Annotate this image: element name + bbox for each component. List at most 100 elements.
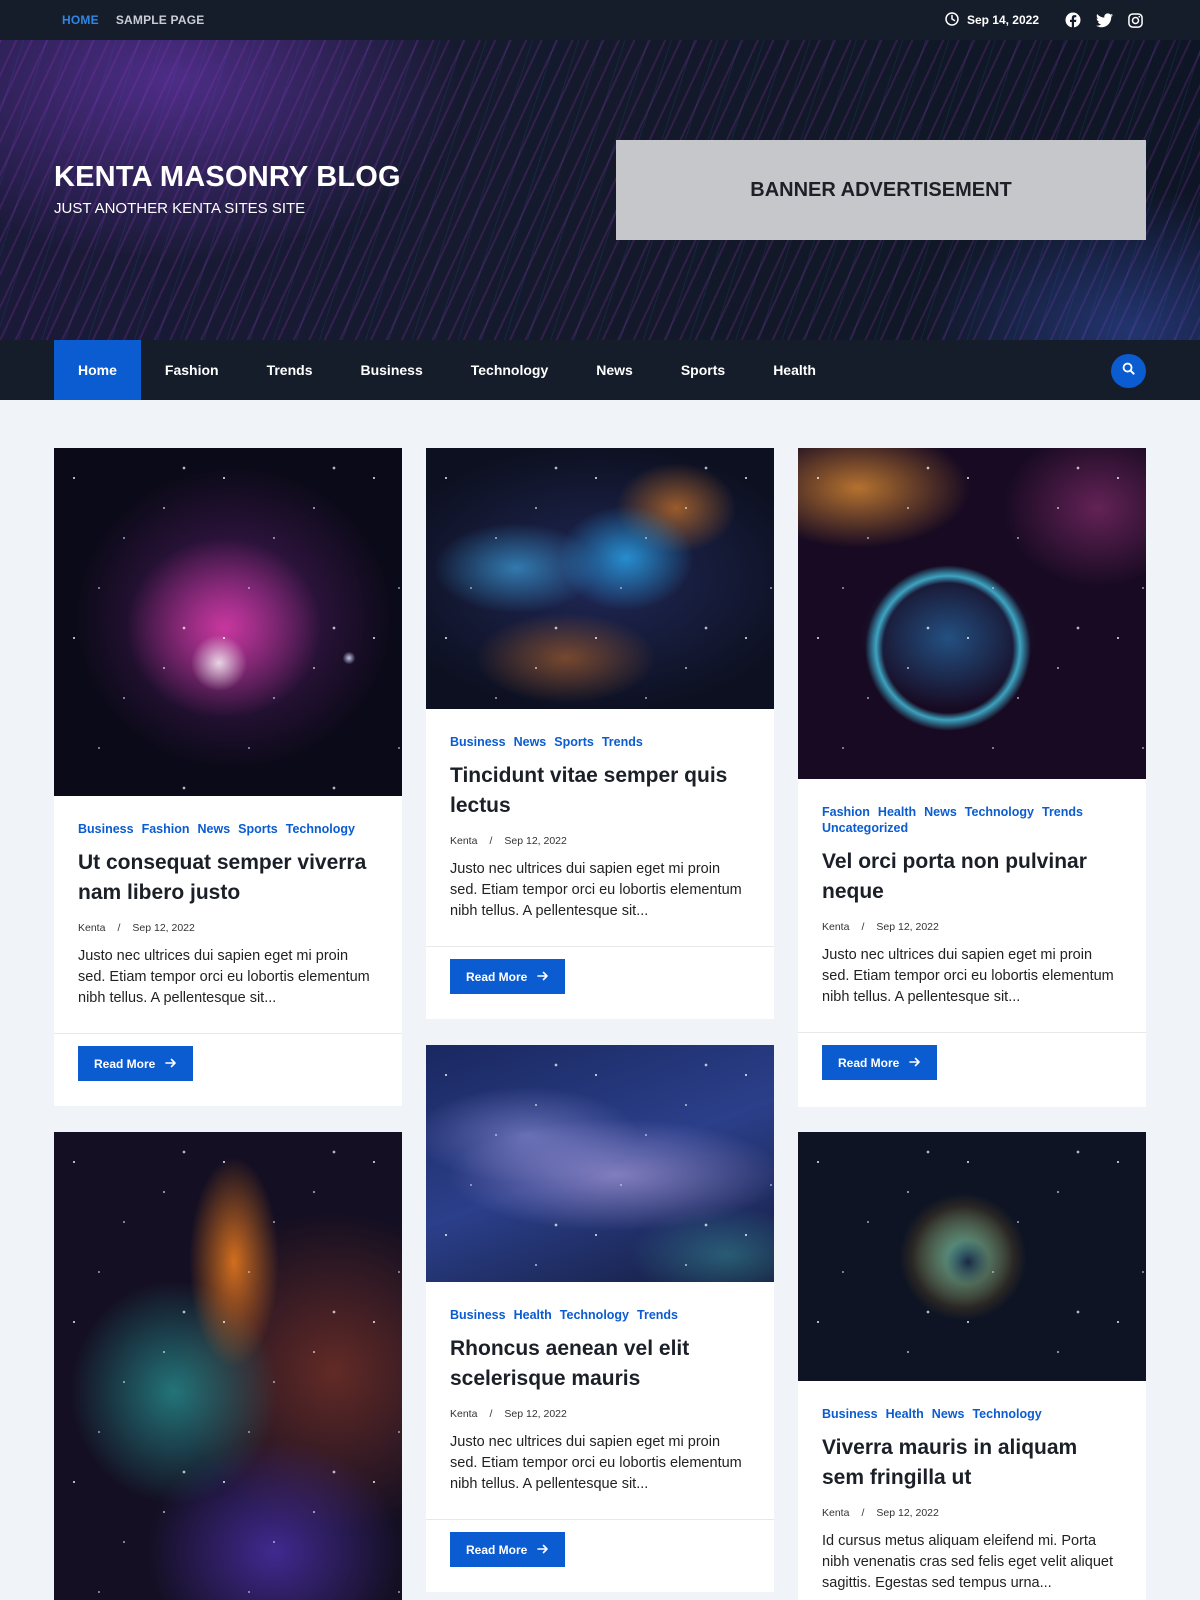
category-link[interactable]: Trends xyxy=(602,735,643,749)
post-excerpt: Justo nec ultrices dui sapien eget mi pr… xyxy=(78,948,370,1006)
nav-item-health[interactable]: Health xyxy=(749,340,840,400)
category-link[interactable]: Sports xyxy=(238,822,278,836)
read-more-button[interactable]: Read More xyxy=(450,959,566,994)
post-card xyxy=(54,1132,402,1600)
card-divider xyxy=(54,1033,402,1034)
category-link[interactable]: News xyxy=(932,1407,965,1421)
post-author[interactable]: Kenta xyxy=(822,1507,849,1519)
post-card: Business Health News Technology Viverra … xyxy=(798,1132,1146,1600)
post-image[interactable] xyxy=(54,1132,402,1600)
post-author[interactable]: Kenta xyxy=(450,835,477,847)
nav-item-trends[interactable]: Trends xyxy=(243,340,337,400)
category-link[interactable]: Trends xyxy=(1042,805,1083,819)
read-more-button[interactable]: Read More xyxy=(822,1045,938,1080)
twitter-icon[interactable] xyxy=(1093,9,1115,31)
card-divider xyxy=(798,1032,1146,1033)
site-title[interactable]: KENTA MASONRY BLOG xyxy=(54,161,401,194)
arrow-right-icon xyxy=(165,1057,177,1071)
category-link[interactable]: Business xyxy=(450,735,506,749)
nav-item-sports[interactable]: Sports xyxy=(657,340,749,400)
post-date: Sep 12, 2022 xyxy=(132,922,195,934)
post-image[interactable] xyxy=(798,448,1146,779)
category-link[interactable]: Business xyxy=(450,1308,506,1322)
main-navigation: Home Fashion Trends Business Technology … xyxy=(0,340,1200,400)
read-more-label: Read More xyxy=(466,969,528,984)
category-link[interactable]: Health xyxy=(878,805,916,819)
post-title[interactable]: Ut consequat semper viverra nam libero j… xyxy=(78,848,378,908)
post-image[interactable] xyxy=(54,448,402,796)
top-bar-right: Sep 14, 2022 xyxy=(945,0,1146,40)
post-image[interactable] xyxy=(426,1045,774,1282)
post-card: Fashion Health News Technology Trends Un… xyxy=(798,448,1146,1107)
top-nav-sample-page[interactable]: SAMPLE PAGE xyxy=(116,13,205,27)
post-image[interactable] xyxy=(798,1132,1146,1381)
search-icon xyxy=(1122,362,1135,380)
post-date: Sep 12, 2022 xyxy=(876,1507,939,1519)
category-link[interactable]: Technology xyxy=(965,805,1034,819)
category-link[interactable]: Fashion xyxy=(822,805,870,819)
meta-separator: / xyxy=(489,1408,493,1420)
category-link[interactable]: Business xyxy=(822,1407,878,1421)
clock-icon xyxy=(945,11,959,29)
current-date-text: Sep 14, 2022 xyxy=(966,13,1039,27)
post-excerpt: Justo nec ultrices dui sapien eget mi pr… xyxy=(450,1434,742,1492)
post-author[interactable]: Kenta xyxy=(822,921,849,933)
site-header: KENTA MASONRY BLOG JUST ANOTHER KENTA SI… xyxy=(0,40,1200,340)
read-more-button[interactable]: Read More xyxy=(450,1532,566,1567)
top-nav-home[interactable]: HOME xyxy=(62,13,99,27)
post-title[interactable]: Vel orci porta non pulvinar neque xyxy=(822,847,1122,907)
banner-advertisement[interactable]: BANNER ADVERTISEMENT xyxy=(616,140,1146,240)
read-more-label: Read More xyxy=(838,1055,900,1070)
nav-item-home[interactable]: Home xyxy=(54,340,141,400)
category-link[interactable]: Health xyxy=(886,1407,924,1421)
category-link[interactable]: News xyxy=(198,822,231,836)
category-link[interactable]: Uncategorized xyxy=(822,821,908,835)
read-more-button[interactable]: Read More xyxy=(78,1046,194,1081)
post-card: Business News Sports Trends Tincidunt vi… xyxy=(426,448,774,1019)
post-author[interactable]: Kenta xyxy=(450,1408,477,1420)
top-nav: HOME SAMPLE PAGE xyxy=(62,0,204,40)
category-link[interactable]: Fashion xyxy=(142,822,190,836)
category-link[interactable]: Trends xyxy=(637,1308,678,1322)
post-author[interactable]: Kenta xyxy=(78,922,105,934)
post-date: Sep 12, 2022 xyxy=(504,835,567,847)
post-excerpt: Id cursus metus aliquam eleifend mi. Por… xyxy=(822,1533,1113,1591)
post-date: Sep 12, 2022 xyxy=(876,921,939,933)
post-meta: Kenta / Sep 12, 2022 xyxy=(822,921,1122,933)
top-bar: HOME SAMPLE PAGE Sep 14, 2022 xyxy=(0,0,1200,40)
category-link[interactable]: News xyxy=(514,735,547,749)
facebook-icon[interactable] xyxy=(1062,9,1084,31)
arrow-right-icon xyxy=(537,1543,549,1557)
post-image[interactable] xyxy=(426,448,774,709)
category-link[interactable]: Technology xyxy=(560,1308,629,1322)
nav-item-business[interactable]: Business xyxy=(336,340,446,400)
meta-separator: / xyxy=(117,922,121,934)
post-title[interactable]: Tincidunt vitae semper quis lectus xyxy=(450,761,750,821)
category-link[interactable]: Business xyxy=(78,822,134,836)
site-tagline: JUST ANOTHER KENTA SITES SITE xyxy=(54,200,306,217)
post-categories: Business Health News Technology xyxy=(822,1407,1122,1421)
current-date: Sep 14, 2022 xyxy=(945,11,1039,29)
category-link[interactable]: Technology xyxy=(972,1407,1041,1421)
arrow-right-icon xyxy=(537,970,549,984)
card-divider xyxy=(426,946,774,947)
category-link[interactable]: Technology xyxy=(286,822,355,836)
post-title[interactable]: Rhoncus aenean vel elit scelerisque maur… xyxy=(450,1334,750,1394)
post-excerpt: Justo nec ultrices dui sapien eget mi pr… xyxy=(822,947,1114,1005)
nav-item-news[interactable]: News xyxy=(572,340,657,400)
read-more-label: Read More xyxy=(94,1056,156,1071)
nav-item-technology[interactable]: Technology xyxy=(447,340,573,400)
meta-separator: / xyxy=(489,835,493,847)
nav-item-fashion[interactable]: Fashion xyxy=(141,340,243,400)
post-meta: Kenta / Sep 12, 2022 xyxy=(450,1408,750,1420)
category-link[interactable]: News xyxy=(924,805,957,819)
post-excerpt: Justo nec ultrices dui sapien eget mi pr… xyxy=(450,861,742,919)
category-link[interactable]: Health xyxy=(514,1308,552,1322)
post-title[interactable]: Viverra mauris in aliquam sem fringilla … xyxy=(822,1433,1122,1493)
card-divider xyxy=(426,1519,774,1520)
meta-separator: / xyxy=(861,921,865,933)
instagram-icon[interactable] xyxy=(1124,9,1146,31)
post-categories: Business Health Technology Trends xyxy=(450,1308,750,1322)
category-link[interactable]: Sports xyxy=(554,735,594,749)
search-button[interactable] xyxy=(1111,354,1146,388)
